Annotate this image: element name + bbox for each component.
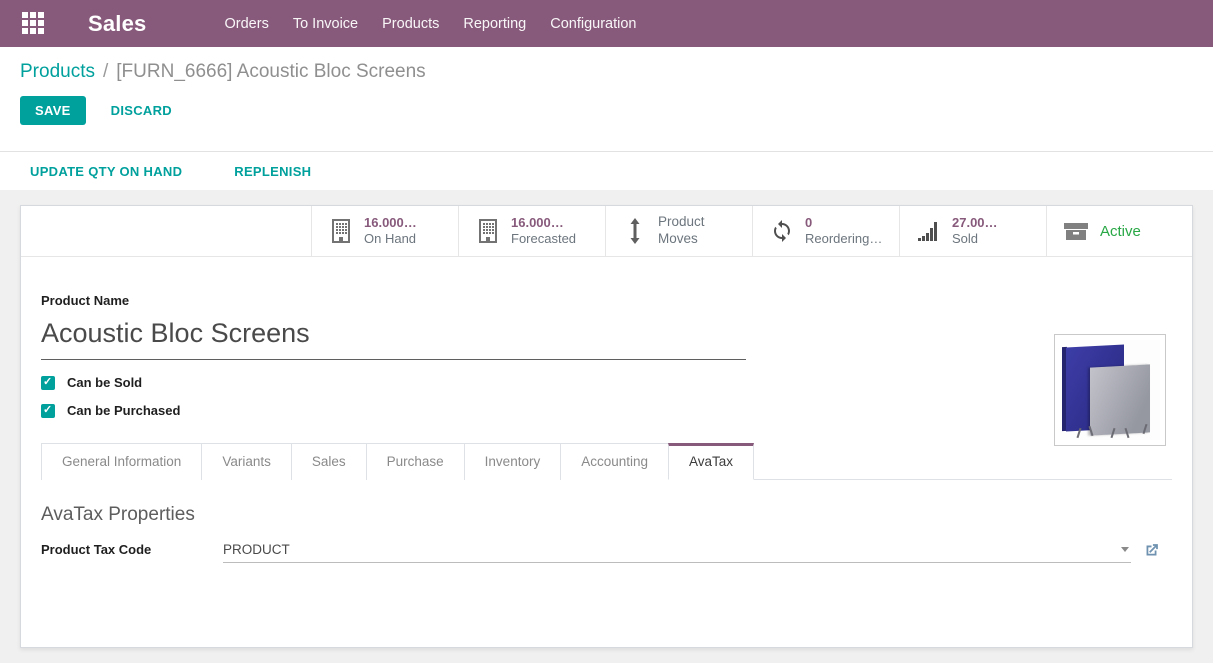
breadcrumb-separator: / [103,61,108,83]
refresh-icon [768,219,796,243]
stat-button-row: 16.000… On Hand 16.000… Forecasted P [21,206,1192,257]
stat-product-moves[interactable]: Product Moves [605,206,752,256]
tab-purchase[interactable]: Purchase [366,443,465,480]
bar-chart-icon [915,219,943,243]
can-be-sold-label: Can be Sold [67,375,142,390]
product-tax-code-field[interactable]: PRODUCT [223,542,1131,563]
nav-configuration[interactable]: Configuration [538,2,648,46]
save-button[interactable]: SAVE [20,96,86,125]
apps-grid-icon[interactable] [22,12,46,36]
stat-on-hand[interactable]: 16.000… On Hand [311,206,458,256]
building-icon [474,219,502,243]
product-tax-code-label: Product Tax Code [41,542,223,563]
breadcrumb-products-link[interactable]: Products [20,61,95,83]
breadcrumb: Products / [FURN_6666] Acoustic Bloc Scr… [20,61,1193,83]
acoustic-screens-photo [1060,340,1160,440]
archive-box-icon [1062,219,1090,243]
app-title[interactable]: Sales [88,11,147,37]
can-be-sold-checkbox[interactable] [41,376,55,390]
action-strip: UPDATE QTY ON HAND REPLENISH [0,152,1213,190]
nav-products[interactable]: Products [370,2,451,46]
product-moves-line2: Moves [658,231,705,248]
tab-sales[interactable]: Sales [291,443,367,480]
building-icon [327,219,355,243]
chevron-down-icon[interactable] [1121,547,1129,552]
product-name-label: Product Name [41,293,1172,308]
stat-forecasted[interactable]: 16.000… Forecasted [458,206,605,256]
nav-menu: Orders To Invoice Products Reporting Con… [213,2,649,46]
on-hand-value: 16.000… [364,215,417,231]
tab-general-information[interactable]: General Information [41,443,202,480]
avatax-tab-content: AvaTax Properties Product Tax Code PRODU… [41,480,1172,563]
product-moves-line1: Product [658,214,705,231]
reordering-label: Reordering… [805,231,882,247]
breadcrumb-current: [FURN_6666] Acoustic Bloc Screens [116,61,425,83]
tab-variants[interactable]: Variants [201,443,292,480]
can-be-purchased-row: Can be Purchased [41,403,1172,418]
reordering-value: 0 [805,215,882,231]
stat-reordering[interactable]: 0 Reordering… [752,206,899,256]
replenish-button[interactable]: REPLENISH [234,164,311,179]
forecasted-value: 16.000… [511,215,576,231]
avatax-properties-title: AvaTax Properties [41,504,1172,526]
can-be-purchased-checkbox[interactable] [41,404,55,418]
tab-accounting[interactable]: Accounting [560,443,669,480]
product-name-input[interactable] [41,312,746,360]
notebook-tab-bar: General Information Variants Sales Purch… [41,443,1172,480]
nav-orders[interactable]: Orders [213,2,281,46]
product-image[interactable] [1054,334,1166,446]
stat-row-spacer [21,206,311,256]
control-panel: Products / [FURN_6666] Acoustic Bloc Scr… [0,47,1213,152]
top-navbar: Sales Orders To Invoice Products Reporti… [0,0,1213,47]
archive-state-label: Active [1100,223,1141,240]
stat-sold[interactable]: 27.00… Sold [899,206,1046,256]
sold-value: 27.00… [952,215,998,231]
update-qty-on-hand-button[interactable]: UPDATE QTY ON HAND [30,164,182,179]
product-form-sheet: 16.000… On Hand 16.000… Forecasted P [20,205,1193,648]
tab-inventory[interactable]: Inventory [464,443,562,480]
tab-avatax[interactable]: AvaTax [668,443,754,480]
can-be-purchased-label: Can be Purchased [67,403,180,418]
nav-to-invoice[interactable]: To Invoice [281,2,370,46]
discard-button[interactable]: DISCARD [111,103,172,118]
stat-archive-toggle[interactable]: Active [1046,206,1192,256]
product-tax-code-value: PRODUCT [223,542,1121,557]
can-be-sold-row: Can be Sold [41,375,1172,390]
external-link-icon[interactable] [1143,542,1160,559]
sold-label: Sold [952,231,998,247]
on-hand-label: On Hand [364,231,417,247]
arrows-up-down-icon [621,218,649,244]
nav-reporting[interactable]: Reporting [451,2,538,46]
forecasted-label: Forecasted [511,231,576,247]
